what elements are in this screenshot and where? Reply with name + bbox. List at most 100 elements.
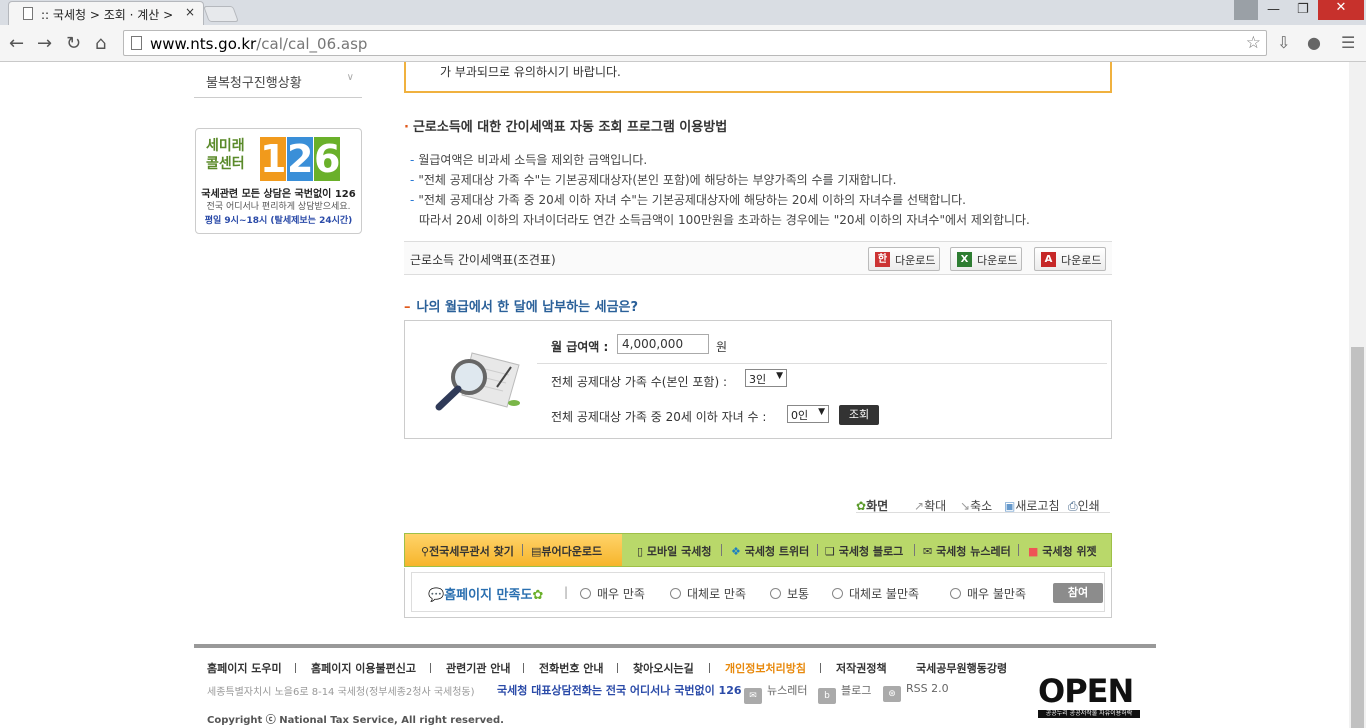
footer-link-privacy[interactable]: 개인정보처리방침 [725,660,806,676]
guide-item: - "전체 공제대상 가족 수"는 기본공제대상자(본인 포함)에 해당하는 부양… [410,173,897,187]
close-tab-icon[interactable]: × [185,5,195,19]
find-tax-office-link[interactable]: ⚲전국세무관서 찾기 [421,543,514,559]
user-icon[interactable] [1234,0,1258,20]
family-count-select[interactable]: 3인 ▼ [745,369,787,387]
satisfaction-survey: 💬홈페이지 만족도✿ | 매우 만족 대체로 만족 보통 대체로 불만족 매우 … [404,568,1112,618]
banner-line-1: 국세관련 모든 상담은 국번없이 126 [201,189,356,200]
menu-icon[interactable]: ☰ [1341,33,1355,52]
children-count-select[interactable]: 0인 ▼ [787,405,829,423]
rss-icon: ⊛ [883,686,901,702]
sidebar-item-label: 불복청구진행상황 [206,76,302,91]
banner-line-2: 전국 어디서나 편리하게 상담받으세요. [206,202,351,212]
reload-icon[interactable]: ↻ [66,33,81,54]
copyright-text: Copyright ⓒ National Tax Service, All ri… [207,715,504,726]
download-pdf-button[interactable]: A 다운로드 [1034,247,1106,271]
browser-toolbar: ← → ↻ ⌂ www.nts.go.kr/cal/cal_06.asp ☆ ⇩… [0,25,1366,62]
viewer-download-link[interactable]: ▤뷰어다운로드 [531,543,602,559]
download-row: 근로소득 간이세액표(조견표) 한 다운로드 X 다운로드 A 다운로드 [404,241,1112,275]
page-icon [23,7,33,20]
footer-link-help[interactable]: 홈페이지 도우미 [207,660,282,676]
footer-divider [194,644,1156,648]
guide-title: · 근로소득에 대한 간이세액표 자동 조회 프로그램 이용방법 [404,120,728,135]
address-bar[interactable]: www.nts.go.kr/cal/cal_06.asp ☆ [123,30,1267,56]
footer-newsletter-link[interactable]: ✉ 뉴스레터 [744,682,807,704]
footer-hotline: 국세청 대표상담전화는 전국 어디서나 국번없이 126 [497,684,742,697]
mobile-icon: ▯ [637,545,644,558]
download-excel-button[interactable]: X 다운로드 [950,247,1022,271]
call-center-banner[interactable]: 세미래 콜센터 1 2 6 국세관련 모든 상담은 국번없이 126 전국 어디… [195,128,362,234]
notice-text: 가 부과되므로 유의하시기 바랍니다. [440,65,621,79]
survey-submit-button[interactable]: 참여 [1053,583,1103,603]
nts-twitter-link[interactable]: ❖ 국세청 트위터 [731,543,809,559]
page-content: 불복청구진행상황 ∨ 세미래 콜센터 1 2 6 국세관련 모든 상담은 국번없… [0,62,1349,728]
excel-file-icon: X [957,252,972,267]
banner-line-3: 평일 9시~18시 (탈세제보는 24시간) [204,216,353,226]
incognito-icon[interactable]: ● [1307,33,1321,52]
dropdown-arrow-icon: ▼ [818,407,825,417]
home-icon[interactable]: ⌂ [95,33,106,54]
search-icon: ⚲ [421,545,430,558]
leaf-icon: ✿ [532,588,544,603]
url-text: www.nts.go.kr/cal/cal_06.asp [150,35,368,53]
footer-link-report[interactable]: 홈페이지 이용불편신고 [311,660,416,676]
footer-link-phone[interactable]: 전화번호 안내 [539,660,604,676]
back-icon[interactable]: ← [9,33,24,54]
page-icon [131,36,142,50]
footer-link-code-of-conduct[interactable]: 국세공무원행동강령 [916,660,1007,676]
option-very-satisfied[interactable]: 매우 만족 [580,585,645,602]
footer-link-agencies[interactable]: 관련기관 안내 [446,660,511,676]
divider [856,512,1110,513]
salary-input[interactable]: 4,000,000 [617,334,709,354]
blog-icon: ❑ [825,545,835,558]
link-bar: ⚲전국세무관서 찾기 ▤뷰어다운로드 ▯ 모바일 국세청 ❖ 국세청 트위터 ❑… [404,533,1112,567]
footer-blog-link[interactable]: b 블로그 [818,682,871,704]
hwp-file-icon: 한 [875,252,890,267]
footer-link-copyright-policy[interactable]: 저작권정책 [836,660,887,676]
browser-tab[interactable]: :: 국세청 > 조회 · 계산 > × [8,1,204,25]
chevron-down-icon: ∨ [346,72,354,83]
banner-number: 1 2 6 [260,137,341,181]
footer-address: 세종특별자치시 노을6로 8-14 국세청(정부세종2청사 국세청동) [207,687,475,698]
twitter-icon: ❖ [731,545,741,558]
forward-icon[interactable]: → [37,33,52,54]
guide-item: - 월급여액은 비과세 소득을 제외한 금액입니다. [410,153,648,167]
nts-widget-link[interactable]: ■ 국세청 위젯 [1028,543,1097,559]
footer-rss-link[interactable]: ⊛ RSS 2.0 [883,682,949,702]
tab-title: :: 국세청 > 조회 · 계산 > [41,8,174,22]
nts-newsletter-link[interactable]: ✉ 국세청 뉴스레터 [923,543,1011,559]
family-count-label: 전체 공제대상 가족 수(본인 포함) : [551,375,727,389]
blog-icon: b [818,688,836,704]
lookup-button[interactable]: 조회 [839,405,879,425]
vertical-scrollbar[interactable] [1349,62,1366,728]
minimize-icon[interactable]: — [1267,2,1280,17]
restore-icon[interactable]: ❐ [1297,2,1309,17]
widget-icon: ■ [1028,545,1039,558]
sidebar-item-appeal-status[interactable]: 불복청구진행상황 ∨ [194,62,362,98]
calculator-heading: – 나의 월급에서 한 달에 납부하는 세금은? [404,300,639,315]
salary-label: 월 급여액 : [551,340,609,354]
footer-link-directions[interactable]: 찾아오시는길 [633,660,694,676]
divider [537,363,1107,364]
dropdown-arrow-icon: ▼ [776,371,783,381]
document-icon: ▤ [531,545,542,558]
close-window-icon[interactable]: ✕ [1318,0,1364,20]
magnifier-icon [435,352,520,411]
open-license-logo[interactable]: OPEN 공공누리 공공저작물 자유이용허락 [1038,672,1140,718]
download-icon[interactable]: ⇩ [1277,33,1290,52]
notice-box: 가 부과되므로 유의하시기 바랍니다. [404,62,1112,93]
chat-icon: 💬 [428,588,445,603]
salary-unit: 원 [716,340,728,354]
option-neutral[interactable]: 보통 [770,585,809,602]
bookmark-star-icon[interactable]: ☆ [1246,33,1261,53]
nts-blog-link[interactable]: ❑ 국세청 블로그 [825,543,903,559]
mobile-nts-link[interactable]: ▯ 모바일 국세청 [637,543,711,559]
scrollbar-thumb[interactable] [1351,347,1364,728]
browser-tab-strip: :: 국세청 > 조회 · 계산 > × — ❐ ✕ [0,0,1366,25]
option-very-dissatisfied[interactable]: 매우 불만족 [950,585,1026,602]
download-hwp-button[interactable]: 한 다운로드 [868,247,940,271]
calculator-box: 월 급여액 : 4,000,000 원 전체 공제대상 가족 수(본인 포함) … [404,320,1112,439]
option-satisfied[interactable]: 대체로 만족 [670,585,746,602]
new-tab-button[interactable] [203,6,239,22]
option-dissatisfied[interactable]: 대체로 불만족 [832,585,919,602]
guide-item: - "전체 공제대상 가족 중 20세 이하 자녀 수"는 기본공제대상자에 해당… [410,193,966,207]
